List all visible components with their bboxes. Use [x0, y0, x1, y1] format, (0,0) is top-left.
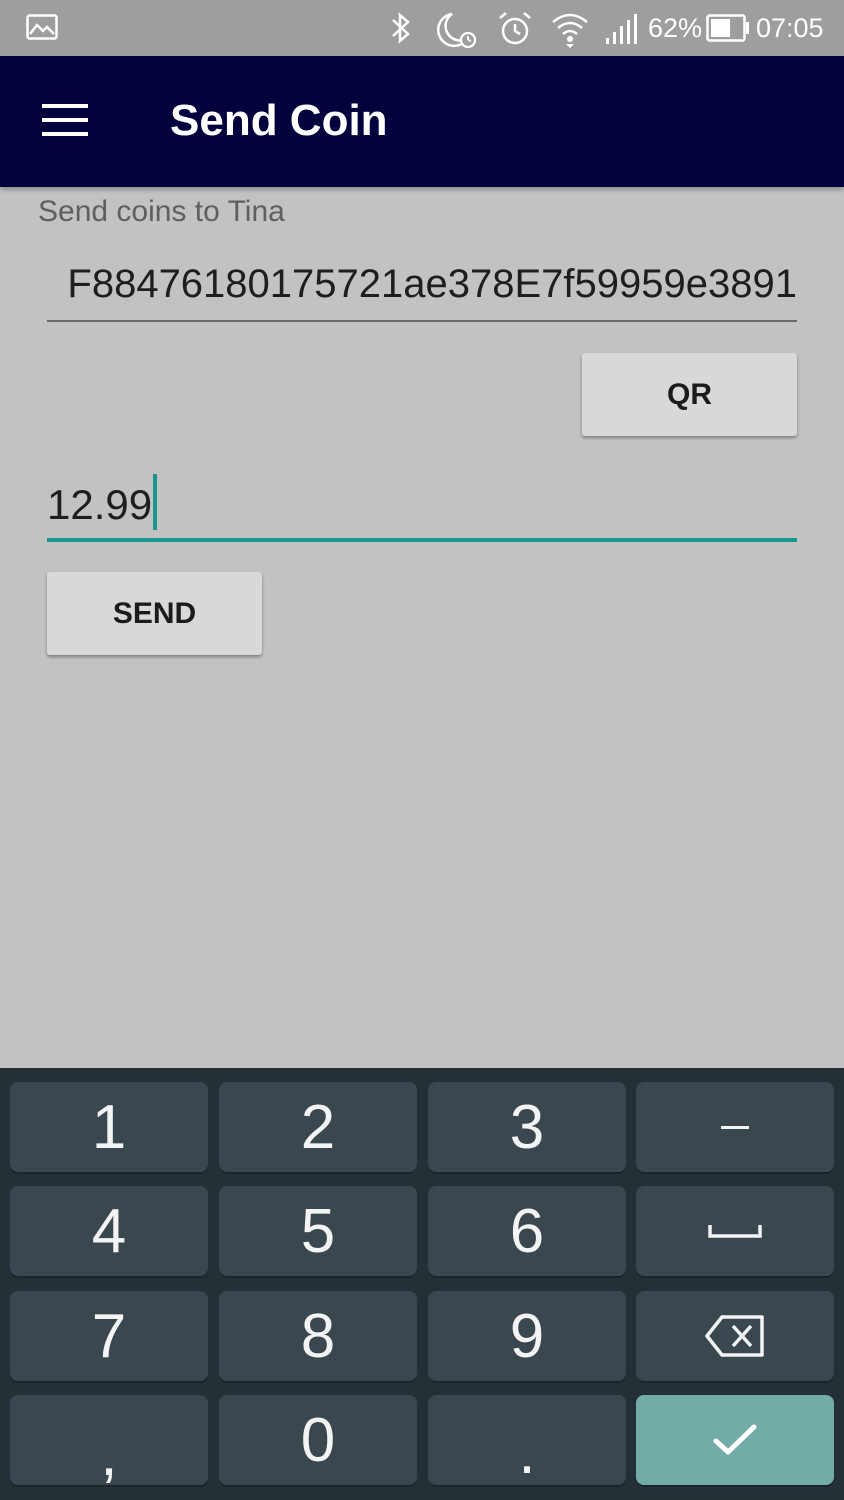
page-title: Send Coin — [170, 96, 388, 145]
text-cursor — [153, 474, 158, 530]
address-input[interactable]: F88476180175721ae378E7f59959e3891 — [47, 258, 797, 322]
status-bar: 62% 07:05 — [0, 0, 844, 56]
hamburger-menu-icon[interactable] — [42, 104, 90, 140]
key-8[interactable]: 8 — [219, 1291, 417, 1381]
key-4[interactable]: 4 — [10, 1186, 208, 1276]
send-button[interactable]: SEND — [47, 572, 262, 655]
key-space[interactable] — [636, 1186, 834, 1276]
qr-button[interactable]: QR — [582, 353, 797, 436]
minus-icon — [721, 1126, 749, 1129]
key-backspace[interactable] — [636, 1291, 834, 1381]
signal-icon — [604, 12, 642, 51]
bluetooth-icon — [388, 10, 414, 51]
amount-input[interactable]: 12.99 — [47, 470, 797, 542]
alarm-icon — [496, 10, 534, 53]
address-value: F88476180175721ae378E7f59959e3891 — [67, 262, 797, 306]
wifi-icon — [550, 10, 590, 53]
battery-icon — [706, 14, 750, 47]
key-period[interactable]: . — [428, 1395, 626, 1487]
send-coin-screen: 62% 07:05 Send Coin Send coins to Tina F… — [0, 0, 844, 1500]
amount-value: 12.99 — [47, 474, 158, 536]
key-done[interactable] — [636, 1395, 834, 1485]
key-3[interactable]: 3 — [428, 1082, 626, 1172]
key-minus[interactable] — [636, 1082, 834, 1172]
key-6[interactable]: 6 — [428, 1186, 626, 1276]
key-comma[interactable]: , — [10, 1395, 208, 1489]
key-1[interactable]: 1 — [10, 1082, 208, 1172]
key-0[interactable]: 0 — [219, 1395, 417, 1485]
key-9[interactable]: 9 — [428, 1291, 626, 1381]
do-not-disturb-icon — [436, 10, 480, 55]
amount-text: 12.99 — [47, 481, 153, 529]
key-5[interactable]: 5 — [219, 1186, 417, 1276]
gallery-icon — [26, 14, 58, 45]
battery-percent: 62% — [648, 13, 703, 43]
key-2[interactable]: 2 — [219, 1082, 417, 1172]
app-bar: Send Coin — [0, 56, 844, 187]
send-to-label: Send coins to Tina — [38, 195, 285, 228]
status-time: 07:05 — [756, 13, 824, 43]
space-icon — [708, 1225, 762, 1238]
backspace-icon — [705, 1315, 764, 1357]
done-check-icon — [713, 1424, 757, 1455]
key-7[interactable]: 7 — [10, 1291, 208, 1381]
numeric-keyboard: 1 2 3 4 5 6 7 8 9 , 0 . — [0, 1068, 844, 1500]
